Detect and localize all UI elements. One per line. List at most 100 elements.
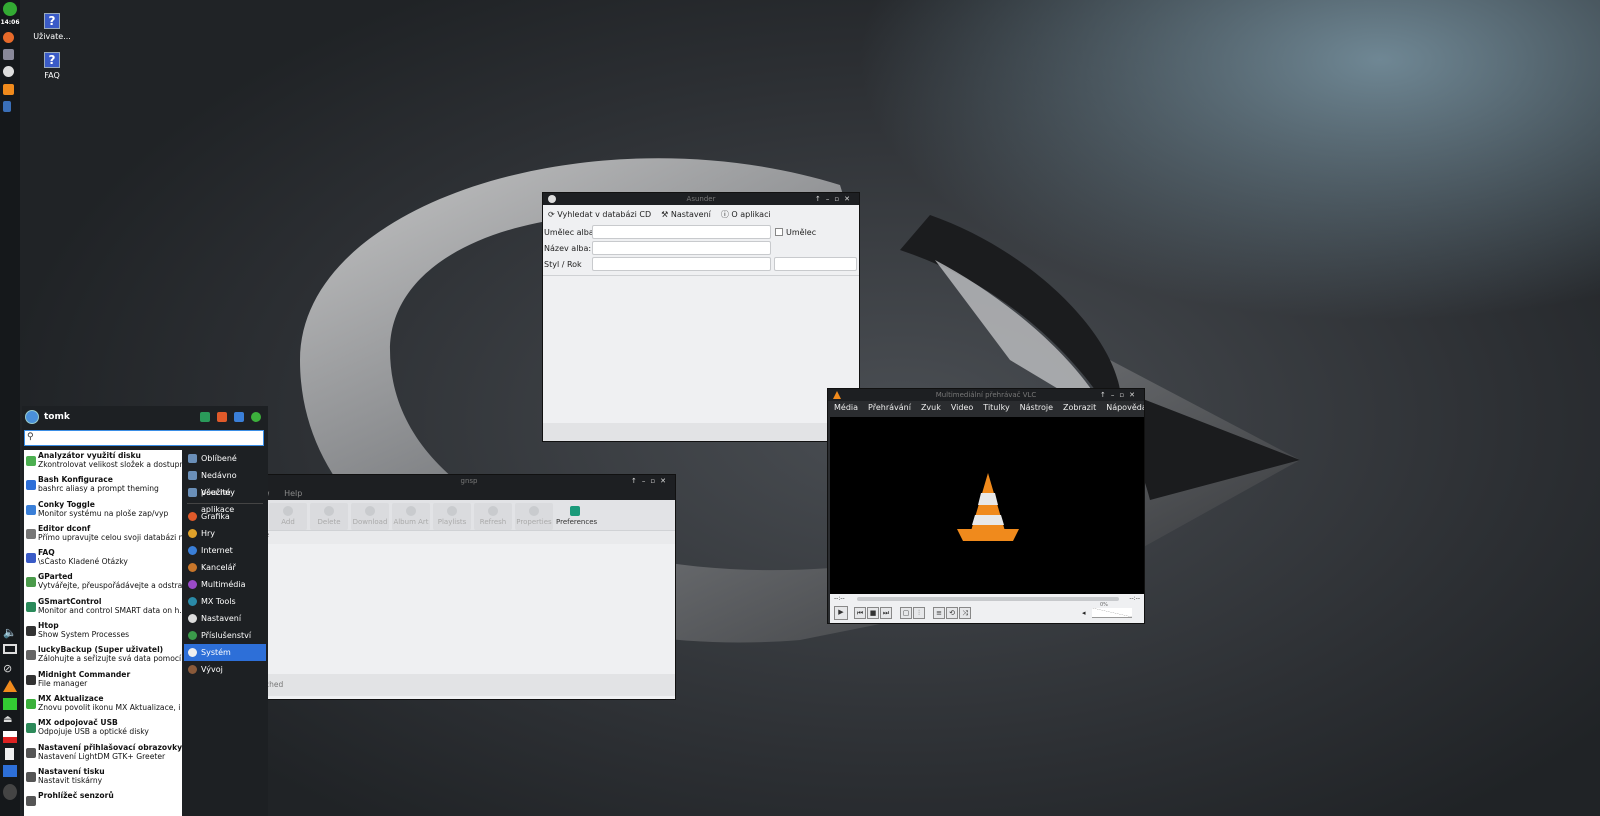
network-icon[interactable]	[3, 765, 17, 777]
app-item[interactable]: GParted Vytvářejte, přeuspořádávejte a od…	[24, 571, 182, 595]
desktop-icon-user-manual[interactable]: ? Uživate...	[28, 13, 76, 41]
app-item[interactable]: Conky Toggle Monitor systému na ploše zap…	[24, 499, 182, 523]
album-title-input[interactable]	[592, 241, 771, 255]
year-input[interactable]	[774, 257, 857, 271]
menu-subtitles[interactable]: Titulky	[983, 401, 1009, 415]
lookup-button[interactable]: ⟳ Vyhledat v databázi CD	[548, 210, 651, 219]
album-art-button[interactable]: Album Art	[392, 503, 430, 530]
play-button[interactable]: ▶	[834, 606, 848, 620]
genre-input[interactable]	[592, 257, 771, 271]
category-item[interactable]: Příslušenství	[184, 627, 266, 644]
app-item[interactable]: Bash Konfigurace bashrc aliasy a prompt t…	[24, 474, 182, 498]
close-button[interactable]: ✕	[844, 195, 855, 203]
preferences-button[interactable]: ⚒ Nastavení	[661, 210, 711, 219]
video-area[interactable]	[830, 417, 1144, 594]
category-item[interactable]: Nedávno použité	[184, 467, 266, 497]
logout-icon[interactable]	[251, 412, 261, 422]
settings-manager-icon[interactable]	[200, 412, 210, 422]
close-button[interactable]: ✕	[1129, 391, 1140, 399]
volume-slider[interactable]	[1092, 608, 1132, 618]
download-button[interactable]: Download	[351, 503, 389, 530]
vlc-tray-icon[interactable]	[3, 680, 17, 692]
menu-audio[interactable]: Zvuk	[921, 401, 941, 415]
shade-button[interactable]: ↑	[1100, 391, 1111, 399]
shuffle-button[interactable]: ⤨	[959, 607, 971, 619]
file-manager-icon[interactable]	[3, 49, 14, 60]
speaker-icon[interactable]: ◂	[1082, 609, 1086, 617]
add-button[interactable]: Add	[269, 503, 307, 530]
category-item[interactable]: Hry	[184, 525, 266, 542]
app-item[interactable]: luckyBackup (Super uživatel) Zálohujte a …	[24, 644, 182, 668]
delete-button[interactable]: Delete	[310, 503, 348, 530]
updater-tray-icon[interactable]	[3, 698, 17, 710]
maximize-button[interactable]: ▫	[650, 477, 660, 485]
category-item[interactable]: Vývoj	[184, 661, 266, 678]
fullscreen-button[interactable]: ▢	[900, 607, 912, 619]
maximize-button[interactable]: ▫	[834, 195, 844, 203]
extended-settings-button[interactable]: ⫶	[913, 607, 925, 619]
previous-button[interactable]: ⏮	[854, 607, 866, 619]
title-bar[interactable]: Multimediální přehrávač VLC ↑–▫✕	[828, 389, 1144, 401]
category-item[interactable]: Systém	[184, 644, 266, 661]
clip-icon[interactable]: ⊘	[3, 662, 17, 675]
search-input[interactable]: ⚲	[24, 430, 264, 446]
app-item[interactable]: GSmartControl Monitor and control SMART d…	[24, 596, 182, 620]
category-item[interactable]: Oblíbené	[184, 450, 266, 467]
keyboard-flag-icon[interactable]	[3, 731, 17, 743]
refresh-button[interactable]: Refresh	[474, 503, 512, 530]
category-item[interactable]: Multimédia	[184, 576, 266, 593]
app-item[interactable]: Htop Show System Processes	[24, 620, 182, 644]
mx-updater-icon[interactable]	[3, 2, 17, 16]
desktop-icon-faq[interactable]: ? FAQ	[28, 52, 76, 80]
playlist-button[interactable]: ≡	[933, 607, 945, 619]
app-item[interactable]: FAQ \sČasto Kladené Otázky	[24, 547, 182, 571]
item-list[interactable]	[263, 544, 675, 674]
volume-icon[interactable]: 🔈	[3, 626, 17, 639]
battery-icon[interactable]	[5, 748, 14, 760]
playlists-button[interactable]: Playlists	[433, 503, 471, 530]
lock-screen-icon[interactable]	[217, 412, 227, 422]
about-button[interactable]: ⓘ O aplikaci	[721, 209, 771, 220]
seek-slider[interactable]	[857, 597, 1119, 601]
display-icon[interactable]	[3, 644, 17, 654]
category-item[interactable]: Grafika	[184, 508, 266, 525]
app-item[interactable]: Nastavení tisku Nastavit tiskárny	[24, 766, 182, 790]
menu-view[interactable]: Zobrazit	[1063, 401, 1096, 415]
maximize-button[interactable]: ▫	[1119, 391, 1129, 399]
app-item[interactable]: MX Aktualizace Znovu povolit ikonu MX Akt…	[24, 693, 182, 717]
firefox-icon[interactable]	[3, 32, 14, 43]
preferences-button[interactable]: Preferences	[556, 503, 597, 530]
stop-button[interactable]: ■	[867, 607, 879, 619]
menu-media[interactable]: Média	[834, 401, 858, 415]
menu-video[interactable]: Video	[951, 401, 973, 415]
eject-icon[interactable]: ⏏	[3, 714, 17, 726]
panel-clock[interactable]: 14:06	[0, 19, 20, 26]
menu-playback[interactable]: Přehrávání	[868, 401, 911, 415]
switch-user-icon[interactable]	[234, 412, 244, 422]
app-icon[interactable]	[3, 101, 11, 112]
clock-icon[interactable]	[3, 66, 14, 77]
close-button[interactable]: ✕	[660, 477, 671, 485]
category-item[interactable]: Nastavení	[184, 610, 266, 627]
properties-button[interactable]: Properties	[515, 503, 553, 530]
menu-help[interactable]: Nápověda	[1106, 401, 1144, 415]
category-item[interactable]: Všechny aplikace	[184, 484, 266, 514]
app-item[interactable]: Analyzátor využití disku Zkontrolovat vel…	[24, 450, 182, 474]
vlc-icon[interactable]	[3, 84, 14, 95]
single-artist-checkbox[interactable]	[775, 228, 783, 236]
app-item[interactable]: Editor dconf Přímo upravujte celou svoji …	[24, 523, 182, 547]
app-item[interactable]: Nastavení přihlašovací obrazovky Nastaven…	[24, 742, 182, 766]
app-item[interactable]: MX odpojovač USB Odpojuje USB a optické d…	[24, 717, 182, 741]
category-item[interactable]: MX Tools	[184, 593, 266, 610]
track-list[interactable]	[543, 275, 859, 423]
loop-button[interactable]: ⟲	[946, 607, 958, 619]
next-button[interactable]: ⏭	[880, 607, 892, 619]
title-bar[interactable]: Asunder ↑–▫✕	[543, 193, 859, 205]
category-item[interactable]: Kancelář	[184, 559, 266, 576]
shade-button[interactable]: ↑	[631, 477, 642, 485]
title-bar[interactable]: gnsp ↑–▫✕	[263, 475, 675, 487]
menu-tools[interactable]: Nástroje	[1020, 401, 1053, 415]
category-item[interactable]: Internet	[184, 542, 266, 559]
app-item[interactable]: Prohlížeč senzorů	[24, 790, 182, 814]
shade-button[interactable]: ↑	[815, 195, 826, 203]
